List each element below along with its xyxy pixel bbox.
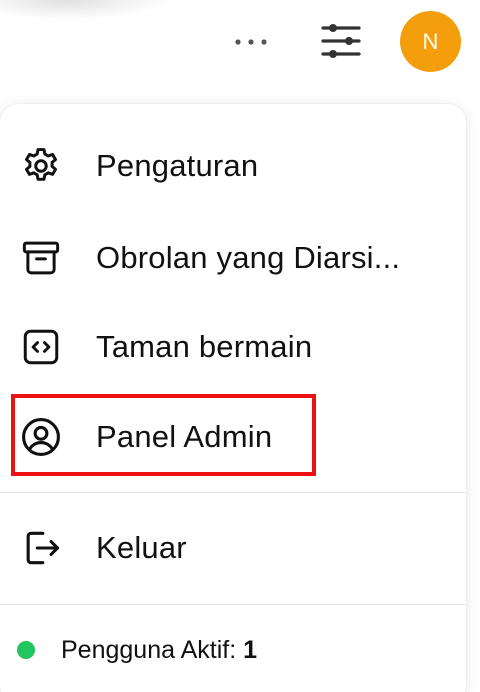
user-dropdown-menu: Pengaturan Obrolan yang Diarsi... Taman …: [0, 104, 466, 692]
active-users-status: Pengguna Aktif: 1: [0, 625, 466, 675]
menu-item-archived-chats[interactable]: Obrolan yang Diarsi...: [0, 218, 466, 298]
menu-item-sign-out[interactable]: Keluar: [0, 508, 466, 588]
sign-out-icon: [19, 526, 63, 570]
avatar-initial: N: [422, 28, 439, 54]
menu-item-label: Panel Admin: [96, 419, 273, 454]
settings-sliders-button[interactable]: [318, 20, 364, 66]
menu-item-label: Taman bermain: [96, 329, 313, 364]
archive-icon: [19, 236, 63, 280]
user-circle-icon: [19, 415, 63, 459]
menu-item-settings[interactable]: Pengaturan: [0, 126, 466, 206]
user-avatar-button[interactable]: N: [400, 11, 461, 72]
gear-icon: [19, 144, 63, 188]
menu-item-admin-panel[interactable]: Panel Admin: [0, 397, 466, 477]
top-bar: N: [0, 0, 480, 90]
online-status-dot: [17, 641, 35, 659]
active-users-text: Pengguna Aktif: 1: [61, 636, 257, 665]
active-users-label: Pengguna Aktif:: [61, 635, 237, 664]
code-icon: [19, 325, 63, 369]
menu-divider: [0, 492, 466, 493]
menu-item-playground[interactable]: Taman bermain: [0, 307, 466, 387]
menu-item-label: Keluar: [96, 530, 187, 565]
menu-item-label: Obrolan yang Diarsi...: [96, 240, 401, 275]
more-options-button[interactable]: [232, 30, 270, 54]
sliders-icon: [320, 21, 362, 66]
menu-divider: [0, 604, 466, 605]
more-horizontal-icon: [233, 33, 269, 51]
active-users-count: 1: [243, 635, 257, 664]
menu-item-label: Pengaturan: [96, 148, 259, 183]
page: N Pengaturan Obrolan yang Diarsi... Tama…: [0, 0, 480, 692]
